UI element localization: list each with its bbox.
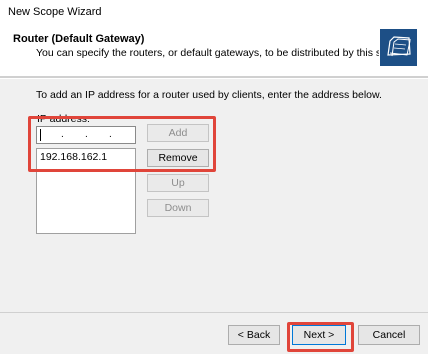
page-title: Router (Default Gateway) xyxy=(13,33,145,45)
back-button[interactable]: < Back xyxy=(228,325,280,345)
wizard-header: Router (Default Gateway) You can specify… xyxy=(0,24,428,76)
title-bar: New Scope Wizard xyxy=(0,0,428,24)
cancel-button[interactable]: Cancel xyxy=(358,325,420,345)
instruction-text: To add an IP address for a router used b… xyxy=(36,89,382,101)
ip-section-highlight xyxy=(28,116,216,172)
header-separator xyxy=(0,76,428,79)
footer-separator xyxy=(0,312,428,313)
up-button[interactable]: Up xyxy=(147,174,209,192)
page-subtitle: You can specify the routers, or default … xyxy=(36,47,407,59)
next-button-highlight xyxy=(287,322,354,352)
folder-wizard-icon xyxy=(379,28,418,67)
down-button[interactable]: Down xyxy=(147,199,209,217)
window-title: New Scope Wizard xyxy=(8,6,102,18)
